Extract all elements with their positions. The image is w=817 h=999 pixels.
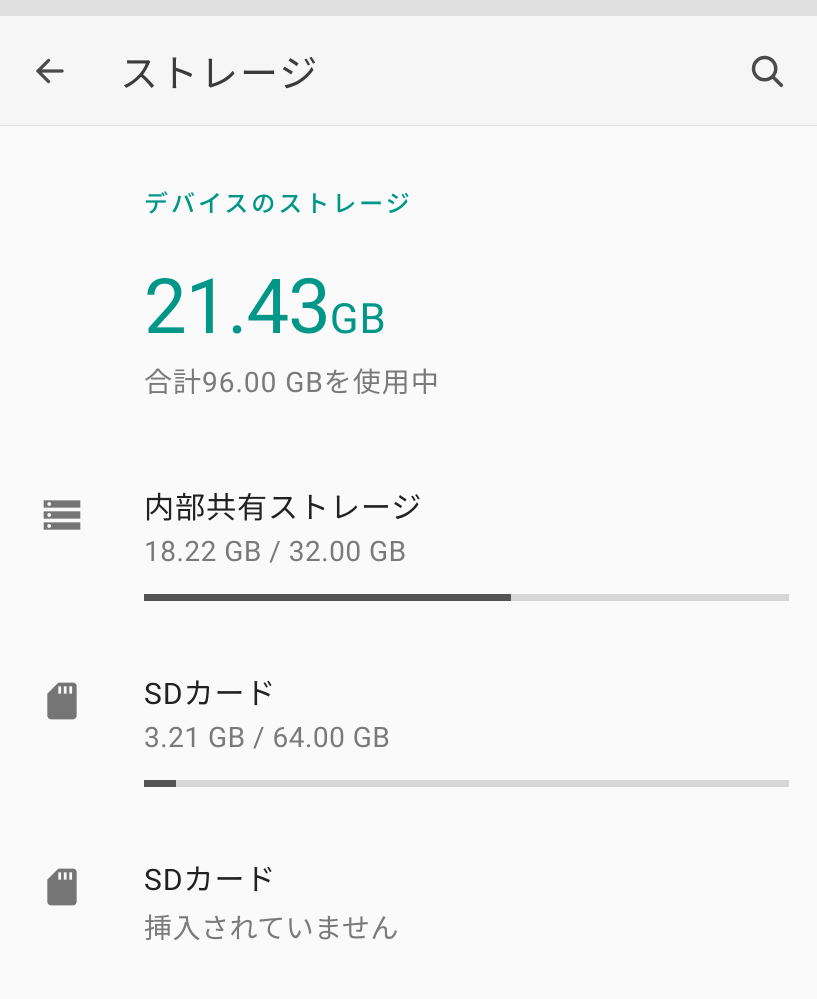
sd-card-icon (40, 865, 84, 909)
page-title: ストレージ (120, 43, 745, 98)
back-button[interactable] (28, 49, 72, 93)
app-bar: ストレージ (0, 16, 817, 126)
storage-summary: 21.43GB 合計96.00 GBを使用中 (144, 269, 789, 449)
sd-card-icon (40, 679, 84, 723)
summary-amount: 21.43GB (144, 269, 789, 345)
progress-bar (144, 780, 789, 787)
storage-item-sdcard-2[interactable]: SDカード 挿入されていません (144, 821, 789, 981)
storage-item-title: SDカード (144, 669, 789, 713)
progress-fill (144, 594, 511, 601)
arrow-back-icon (32, 53, 68, 89)
content: デバイスのストレージ 21.43GB 合計96.00 GBを使用中 内部共有スト… (0, 126, 817, 981)
status-bar (0, 0, 817, 16)
section-label: デバイスのストレージ (144, 126, 789, 269)
progress-bar (144, 594, 789, 601)
storage-item-title: 内部共有ストレージ (144, 483, 789, 527)
summary-unit: GB (330, 295, 387, 344)
storage-item-sdcard-1[interactable]: SDカード 3.21 GB / 64.00 GB (144, 635, 789, 821)
summary-value: 21.43 (144, 262, 330, 352)
storage-icon (40, 493, 84, 537)
storage-item-subtext: 3.21 GB / 64.00 GB (144, 721, 789, 754)
summary-subtext: 合計96.00 GBを使用中 (144, 361, 789, 401)
storage-item-subtext: 18.22 GB / 32.00 GB (144, 535, 789, 568)
storage-item-subtext: 挿入されていません (144, 907, 789, 947)
storage-item-internal[interactable]: 内部共有ストレージ 18.22 GB / 32.00 GB (144, 449, 789, 635)
storage-item-title: SDカード (144, 855, 789, 899)
search-icon (748, 52, 786, 90)
search-button[interactable] (745, 49, 789, 93)
progress-fill (144, 780, 176, 787)
